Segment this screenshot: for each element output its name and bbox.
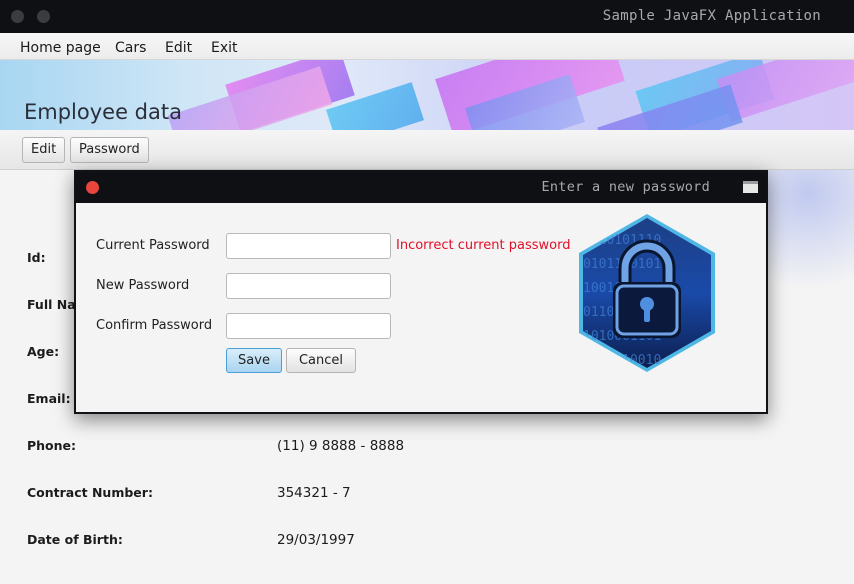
page-title: Employee data [24, 100, 182, 124]
password-dialog: Enter a new password Current Password In… [74, 170, 768, 414]
dialog-titlebar[interactable]: Enter a new password [76, 172, 766, 203]
svg-text:0101110010: 0101110010 [583, 353, 661, 368]
window-title: Sample JavaFX Application [602, 8, 821, 24]
menu-edit[interactable]: Edit [165, 40, 192, 56]
current-password-label: Current Password [96, 238, 210, 253]
cancel-button[interactable]: Cancel [286, 348, 356, 373]
dialog-title: Enter a new password [541, 179, 710, 195]
header-banner: Employee data [0, 60, 854, 130]
menu-exit[interactable]: Exit [211, 40, 238, 56]
email-label: Email: [27, 391, 71, 406]
phone-label: Phone: [27, 438, 77, 453]
confirm-password-field[interactable] [226, 313, 391, 339]
error-message: Incorrect current password [396, 238, 571, 253]
date-of-birth-label: Date of Birth: [27, 532, 123, 547]
phone-value: (11) 9 8888 - 8888 [277, 438, 405, 454]
menu-cars[interactable]: Cars [115, 40, 146, 56]
full-name-label: Full Na [27, 297, 76, 312]
date-of-birth-value: 29/03/1997 [277, 532, 355, 548]
age-label: Age: [27, 344, 60, 359]
window-minimize-button[interactable] [37, 10, 50, 23]
padlock-icon: 1010101110 0101100101 1001011100 0110100… [579, 214, 715, 372]
dialog-close-button[interactable] [86, 181, 99, 194]
contract-number-value: 354321 - 7 [277, 485, 351, 501]
menu-bar: Home page Cars Edit Exit [0, 33, 854, 60]
window-close-button[interactable] [11, 10, 24, 23]
save-button[interactable]: Save [226, 348, 282, 373]
new-password-field[interactable] [226, 273, 391, 299]
current-password-field[interactable] [226, 233, 391, 259]
password-button[interactable]: Password [70, 137, 149, 163]
id-label: Id: [27, 250, 46, 265]
contract-number-label: Contract Number: [27, 485, 153, 500]
toolbar: Edit Password [0, 130, 854, 170]
maximize-icon[interactable] [743, 181, 758, 193]
edit-button[interactable]: Edit [22, 137, 66, 163]
confirm-password-label: Confirm Password [96, 318, 213, 333]
window-titlebar[interactable]: Sample JavaFX Application [0, 0, 854, 33]
menu-home-page[interactable]: Home page [20, 40, 101, 56]
new-password-label: New Password [96, 278, 190, 293]
